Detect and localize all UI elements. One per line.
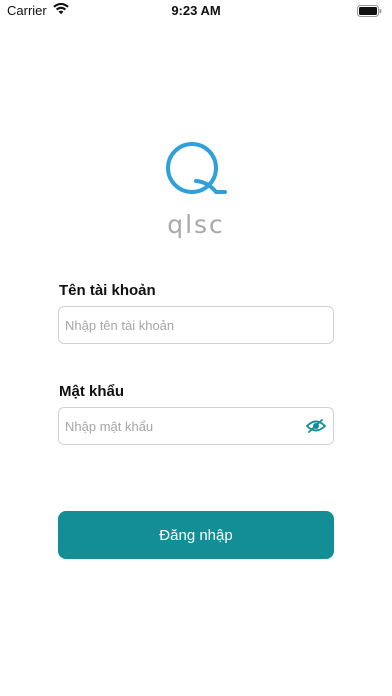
eye-icon[interactable] [305,415,327,437]
login-screen: Carrier 9:23 AM qlsc Tên tài khoản Nhập … [0,0,392,696]
logo-text: qlsc [167,210,225,239]
status-time: 9:23 AM [171,3,221,18]
username-input[interactable] [65,307,327,343]
battery-icon [357,4,382,17]
status-bar: Carrier 9:23 AM [0,0,392,22]
password-label: Mật khẩu [59,383,125,400]
username-field-container [58,306,334,344]
password-field-container [58,407,334,445]
password-input[interactable] [65,408,301,444]
username-label: Tên tài khoản [59,282,156,299]
login-button[interactable]: Đăng nhập [58,511,334,559]
